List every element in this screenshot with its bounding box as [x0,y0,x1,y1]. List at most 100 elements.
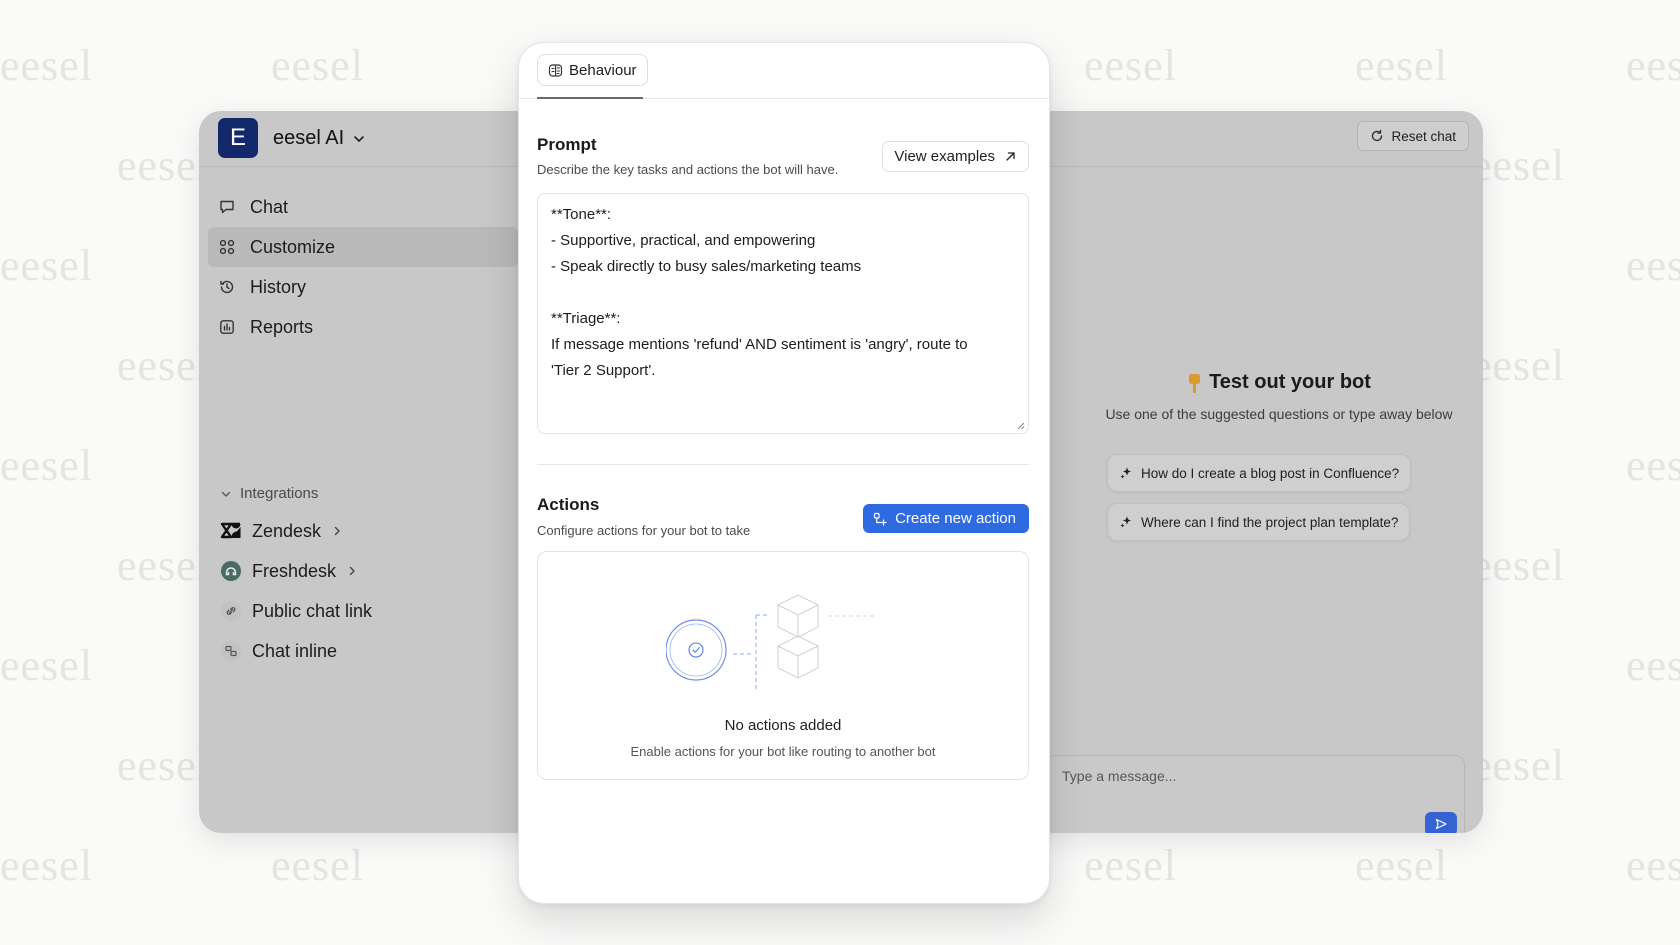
test-bot-title: Test out your bot [1079,371,1479,394]
chevron-right-icon [349,566,355,576]
sidebar-item-label: Chat [250,196,289,217]
prompt-title: Prompt [537,135,597,154]
sidebar-item-chat[interactable]: Chat [208,187,518,227]
sparkle-icon [1120,467,1131,479]
watermark-text: eesel [0,641,93,690]
prompt-line: 'Tier 2 Support'. [551,362,656,379]
integrations-toggle[interactable]: Integrations [220,485,318,502]
active-tab-indicator [537,97,643,99]
integration-label: Zendesk [252,520,322,541]
empty-state-title: No actions added [724,717,842,734]
watermark-text: eesel [0,841,93,890]
pointing-down-hand-icon [1189,373,1201,393]
integration-public-chat-link[interactable]: Public chat link [220,591,372,631]
sidebar-item-customize[interactable]: Customize [208,227,518,267]
refresh-icon [1372,129,1383,142]
integration-zendesk[interactable]: Zendesk [220,511,372,551]
reports-icon [220,320,234,334]
watermark-text: eesel [1626,41,1680,90]
tab-behaviour[interactable]: Behaviour [537,54,648,86]
cube-icon [777,635,819,679]
watermark-text: eesel [1626,841,1680,890]
chevron-down-icon [221,491,231,497]
prompt-line: - Speak directly to busy sales/marketing… [551,258,862,275]
actions-subtitle: Configure actions for your bot to take [537,523,751,538]
integration-label: Freshdesk [252,560,337,581]
freshdesk-icon [221,561,241,581]
brain-icon [548,63,563,77]
prompt-textarea[interactable]: **Tone**: - Supportive, practical, and e… [537,193,1029,434]
watermark-text: eesel [1355,841,1448,890]
watermark-text: eesel [1355,41,1448,90]
reset-chat-button[interactable]: Reset chat [1357,121,1469,151]
watermark-text: eesel [117,341,210,390]
integrations-label: Integrations [240,485,319,502]
prompt-subtitle: Describe the key tasks and actions the b… [537,162,839,177]
actions-flow-illustration [666,594,874,690]
integration-label: Chat inline [252,640,338,661]
empty-state-subtitle: Enable actions for your bot like routing… [630,744,936,759]
tab-label: Behaviour [569,61,637,79]
chat-bubble-icon [220,200,234,214]
cube-icon [777,594,819,638]
watermark-text: eesel [0,241,93,290]
suggested-question[interactable]: Where can I find the project plan templa… [1107,503,1411,541]
actions-title: Actions [537,495,600,514]
arrow-up-right-icon [1006,152,1015,161]
watermark-text: eesel [1472,141,1565,190]
sparkle-icon [1120,516,1131,528]
grid-icon [219,239,235,255]
reset-chat-label: Reset chat [1391,128,1456,144]
behaviour-panel: Behaviour Prompt Describe the key tasks … [518,42,1050,904]
watermark-text: eesel [1084,41,1177,90]
prompt-line: **Tone**: [551,206,612,223]
sidebar-item-label: History [250,276,307,297]
watermark-text: eesel [1472,341,1565,390]
chevron-right-icon [334,526,340,536]
history-icon [220,280,234,294]
zendesk-icon [220,522,241,539]
chat-inline-icon [221,641,241,661]
watermark-text: eesel [1084,841,1177,890]
resize-handle-icon[interactable] [1016,421,1025,430]
workspace-logo[interactable]: E [218,118,258,158]
prompt-line: **Triage**: [551,310,621,327]
create-new-action-button[interactable]: Create new action [863,504,1029,533]
integration-freshdesk[interactable]: Freshdesk [220,551,372,591]
send-button[interactable] [1425,812,1457,833]
section-divider [537,464,1029,465]
watermark-text: eesel [1472,541,1565,590]
watermark-text: eesel [1626,641,1680,690]
watermark-text: eesel [0,441,93,490]
workspace-name: eesel AI [273,127,345,149]
prompt-line: If message mentions 'refund' AND sentime… [551,336,968,353]
sidebar-item-reports[interactable]: Reports [208,307,518,347]
send-icon [1435,818,1447,830]
sidebar-item-label: Reports [250,316,314,337]
suggested-question[interactable]: How do I create a blog post in Confluenc… [1107,454,1412,492]
watermark-text: eesel [1472,741,1565,790]
watermark-text: eesel [1626,441,1680,490]
watermark-text: eesel [271,841,364,890]
prompt-line: - Supportive, practical, and empowering [551,232,816,249]
sidebar-nav: Chat Customize History Reports [208,187,518,347]
view-examples-button[interactable]: View examples [882,141,1029,172]
test-bot-subtitle: Use one of the suggested questions or ty… [1105,406,1453,422]
integrations-list: Zendesk Freshdesk Public chat link Chat … [220,511,372,671]
actions-empty-state: No actions added Enable actions for your… [537,551,1029,780]
watermark-text: eesel [117,541,210,590]
action-flow-icon [873,512,887,526]
message-input[interactable]: Type a message... [1045,755,1465,833]
integration-chat-inline[interactable]: Chat inline [220,631,372,671]
prompt-line [551,280,1015,306]
watermark-text: eesel [1626,241,1680,290]
workspace-switcher[interactable]: eesel AI [273,127,366,150]
watermark-text: eesel [271,41,364,90]
tab-bar: Behaviour [519,43,1049,99]
watermark-text: eesel [0,41,93,90]
integration-label: Public chat link [252,600,373,621]
sidebar-item-label: Customize [250,236,336,257]
test-bot-intro: Test out your bot Use one of the suggest… [1079,371,1479,422]
sidebar-item-history[interactable]: History [208,267,518,307]
watermark-text: eesel [117,141,210,190]
